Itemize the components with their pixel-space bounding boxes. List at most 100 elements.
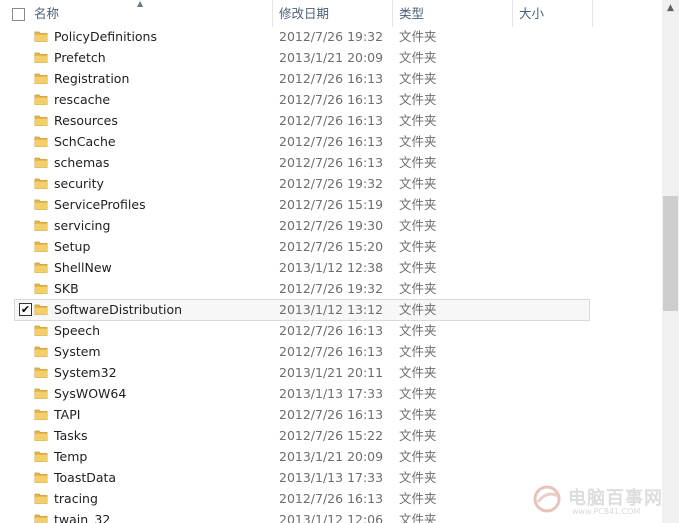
row-checkbox[interactable]: ✔	[19, 303, 32, 316]
file-modified-date: 2012/7/26 16:13	[279, 71, 384, 86]
file-row[interactable]: rescache 2012/7/26 16:13 文件夹	[0, 89, 662, 110]
folder-icon	[34, 302, 48, 316]
file-name: ShellNew	[54, 260, 112, 275]
file-name: SKB	[54, 281, 79, 296]
file-name: ServiceProfiles	[54, 197, 146, 212]
column-divider[interactable]	[272, 0, 273, 27]
file-modified-date: 2012/7/26 15:19	[279, 197, 384, 212]
watermark-url: www.PC841.COM	[572, 507, 641, 516]
column-header-size[interactable]: 大小	[519, 0, 544, 27]
folder-icon	[34, 260, 48, 274]
file-name: rescache	[54, 92, 111, 107]
file-row[interactable]: Temp 2013/1/21 20:09 文件夹	[0, 446, 662, 467]
file-name: tracing	[54, 491, 98, 506]
folder-icon	[34, 218, 48, 232]
file-type: 文件夹	[399, 239, 437, 254]
file-modified-date: 2013/1/12 12:38	[279, 260, 384, 275]
folder-icon	[34, 71, 48, 85]
file-modified-date: 2013/1/13 17:33	[279, 386, 384, 401]
file-type: 文件夹	[399, 344, 437, 359]
file-row[interactable]: SysWOW64 2013/1/13 17:33 文件夹	[0, 383, 662, 404]
file-name: SoftwareDistribution	[54, 302, 183, 317]
file-type: 文件夹	[399, 407, 437, 422]
column-divider[interactable]	[592, 0, 593, 27]
folder-icon	[34, 134, 48, 148]
file-type: 文件夹	[399, 113, 437, 128]
folder-icon	[34, 50, 48, 64]
folder-icon	[34, 428, 48, 442]
file-type: 文件夹	[399, 197, 437, 212]
file-modified-date: 2013/1/12 13:12	[279, 302, 384, 317]
file-type: 文件夹	[399, 323, 437, 338]
file-name: TAPI	[54, 407, 81, 422]
column-header-name[interactable]: 名称	[34, 0, 59, 27]
file-name: Temp	[54, 449, 88, 464]
file-modified-date: 2012/7/26 16:13	[279, 155, 384, 170]
file-modified-date: 2012/7/26 16:13	[279, 407, 384, 422]
column-header-modified[interactable]: 修改日期	[279, 0, 329, 27]
file-type: 文件夹	[399, 365, 437, 380]
file-list: PolicyDefinitions 2012/7/26 19:32 文件夹 Prefe…	[0, 26, 662, 523]
file-name: SchCache	[54, 134, 116, 149]
file-row[interactable]: Resources 2012/7/26 16:13 文件夹	[0, 110, 662, 131]
file-modified-date: 2013/1/21 20:11	[279, 365, 384, 380]
file-name: System32	[54, 365, 117, 380]
file-modified-date: 2012/7/26 16:13	[279, 344, 384, 359]
file-modified-date: 2012/7/26 19:32	[279, 281, 384, 296]
folder-icon	[34, 344, 48, 358]
file-row[interactable]: Prefetch 2013/1/21 20:09 文件夹	[0, 47, 662, 68]
folder-icon	[34, 386, 48, 400]
file-type: 文件夹	[399, 260, 437, 275]
select-all-checkbox[interactable]	[12, 8, 25, 21]
folder-icon	[34, 281, 48, 295]
file-row[interactable]: security 2012/7/26 19:32 文件夹	[0, 173, 662, 194]
folder-icon	[34, 239, 48, 253]
file-row[interactable]: TAPI 2012/7/26 16:13 文件夹	[0, 404, 662, 425]
scroll-up-icon[interactable]: ▲	[662, 0, 679, 17]
file-modified-date: 2013/1/12 12:06	[279, 512, 384, 523]
column-header-type[interactable]: 类型	[399, 0, 424, 27]
file-modified-date: 2013/1/13 17:33	[279, 470, 384, 485]
file-row[interactable]: PolicyDefinitions 2012/7/26 19:32 文件夹	[0, 26, 662, 47]
file-row[interactable]: servicing 2012/7/26 19:30 文件夹	[0, 215, 662, 236]
file-row[interactable]: System 2012/7/26 16:13 文件夹	[0, 341, 662, 362]
file-row[interactable]: SKB 2012/7/26 19:32 文件夹	[0, 278, 662, 299]
file-row[interactable]: schemas 2012/7/26 16:13 文件夹	[0, 152, 662, 173]
file-modified-date: 2012/7/26 16:13	[279, 134, 384, 149]
file-type: 文件夹	[399, 155, 437, 170]
file-type: 文件夹	[399, 92, 437, 107]
column-divider[interactable]	[392, 0, 393, 27]
file-row[interactable]: Registration 2012/7/26 16:13 文件夹	[0, 68, 662, 89]
file-row[interactable]: ServiceProfiles 2012/7/26 15:19 文件夹	[0, 194, 662, 215]
file-type: 文件夹	[399, 470, 437, 485]
file-row[interactable]: System32 2013/1/21 20:11 文件夹	[0, 362, 662, 383]
file-name: Registration	[54, 71, 130, 86]
file-row[interactable]: Tasks 2012/7/26 15:22 文件夹	[0, 425, 662, 446]
file-name: SysWOW64	[54, 386, 127, 401]
file-type: 文件夹	[399, 512, 437, 523]
folder-icon	[34, 491, 48, 505]
file-modified-date: 2012/7/26 19:32	[279, 176, 384, 191]
folder-icon	[34, 365, 48, 379]
file-type: 文件夹	[399, 281, 437, 296]
file-name: Resources	[54, 113, 118, 128]
scrollbar-thumb[interactable]	[663, 196, 678, 311]
file-row[interactable]: SchCache 2012/7/26 16:13 文件夹	[0, 131, 662, 152]
column-divider[interactable]	[512, 0, 513, 27]
file-type: 文件夹	[399, 428, 437, 443]
watermark: 电脑百事网 www.PC841.COM	[528, 480, 678, 520]
file-row[interactable]: ✔ SoftwareDistribution 2013/1/12 13:12 文件夹	[0, 299, 662, 321]
file-row[interactable]: ShellNew 2013/1/12 12:38 文件夹	[0, 257, 662, 278]
file-type: 文件夹	[399, 386, 437, 401]
file-type: 文件夹	[399, 71, 437, 86]
file-row[interactable]: Speech 2012/7/26 16:13 文件夹	[0, 320, 662, 341]
file-modified-date: 2012/7/26 16:13	[279, 92, 384, 107]
file-name: PolicyDefinitions	[54, 29, 157, 44]
file-row[interactable]: Setup 2012/7/26 15:20 文件夹	[0, 236, 662, 257]
file-name: twain_32	[54, 512, 111, 523]
vertical-scrollbar[interactable]: ▲	[662, 0, 679, 523]
file-type: 文件夹	[399, 134, 437, 149]
file-modified-date: 2012/7/26 15:22	[279, 428, 384, 443]
file-modified-date: 2013/1/21 20:09	[279, 449, 384, 464]
file-name: Tasks	[54, 428, 88, 443]
